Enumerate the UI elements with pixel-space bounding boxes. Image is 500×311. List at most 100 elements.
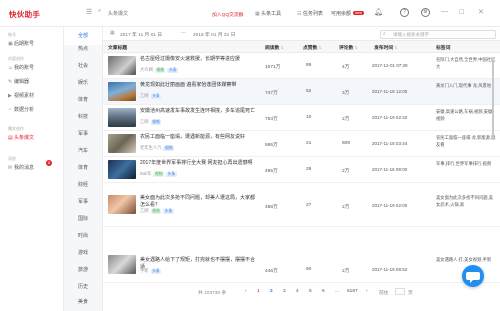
category-item[interactable]: 国际: [64, 210, 102, 228]
page-5[interactable]: 5: [309, 289, 312, 294]
article-thumbnail[interactable]: [108, 82, 136, 101]
article-title[interactable]: 名古屋经过摄像安火速救援，长期学等进应援: [140, 56, 256, 63]
sidebar-item-video-material[interactable]: ▶ 视频素材: [0, 90, 63, 102]
sidebar-item-editor[interactable]: ✎ 编辑器: [0, 76, 63, 88]
table-row[interactable]: 美女遇路人给下了规矩，打完就也不摆摆，摆摆不合适 手新 头条 446万 60 2万…: [103, 227, 500, 283]
search-input[interactable]: ⌕ 请输入搜索关键字: [380, 30, 496, 39]
sidebar-item-later-account[interactable]: ▣后期账号: [0, 38, 63, 50]
category-item[interactable]: 体育: [64, 91, 102, 109]
category-item[interactable]: 体育: [64, 159, 102, 177]
task-list-button[interactable]: ☷ 任务列表: [297, 10, 323, 17]
article-thumbnail[interactable]: [108, 134, 136, 153]
header-publish-time[interactable]: 发布时间⇅: [374, 44, 398, 51]
sidebar-item-label: 我的账号: [14, 65, 35, 71]
minimize-icon[interactable]: —: [441, 8, 448, 15]
read-count: 1071万: [265, 65, 281, 70]
category-item[interactable]: 汽车: [64, 142, 102, 160]
category-item[interactable]: 时尚: [64, 227, 102, 245]
article-thumbnail[interactable]: [108, 255, 136, 274]
jump-page-input[interactable]: [395, 288, 405, 295]
category-item[interactable]: 财经: [64, 176, 102, 194]
tag-words: 美女遇路人,打,美女视频,手新: [436, 257, 492, 262]
settings-icon[interactable]: ⚙: [421, 8, 430, 17]
header-title: 文章标题: [108, 46, 128, 51]
chat-bubble-icon[interactable]: [462, 265, 484, 287]
publish-date: 2017-12-01 07:28: [372, 63, 408, 68]
like-count: 27: [306, 203, 312, 208]
publish-date: 2017-11-18 12:00: [372, 89, 408, 94]
header-comments[interactable]: 评论数⇅: [339, 44, 358, 51]
sidebar-item-data-analysis[interactable]: ◔ 数据分析: [0, 104, 63, 116]
category-item[interactable]: 社会: [64, 57, 102, 75]
page-3[interactable]: 3: [283, 289, 286, 294]
category-item[interactable]: 军事: [64, 125, 102, 143]
bell-icon[interactable]: 🔔︎: [374, 8, 383, 16]
article-tag: 视频: [153, 172, 165, 177]
category-item[interactable]: 科技: [64, 108, 102, 126]
publish-date: 2017-11-16 09:00: [372, 167, 408, 172]
article-thumbnail[interactable]: [108, 108, 136, 127]
page-ellipsis: ...: [335, 289, 339, 294]
help-icon[interactable]: ?: [400, 8, 409, 17]
header-reads[interactable]: 阅读数⇅: [265, 44, 284, 51]
sidebar-item-my-account[interactable]: ☺我的账号: [0, 62, 63, 74]
sort-icon: ⇅: [354, 45, 358, 50]
header-likes[interactable]: 点赞数⇅: [303, 44, 322, 51]
collapse-icon[interactable]: ☰: [86, 8, 92, 16]
page-4[interactable]: 4: [296, 289, 299, 294]
date-from[interactable]: 2017 年 11 月 01 日: [120, 31, 162, 38]
header-label: 发布时间: [374, 46, 394, 51]
comment-count: 2万: [342, 269, 350, 274]
article-title[interactable]: 农民工面临一座塌，遭遇新能源，有些网友说好: [140, 134, 256, 141]
join-qq-group-link[interactable]: 加入QQ交流群: [212, 11, 243, 18]
article-tag: 头条: [167, 68, 179, 73]
article-title[interactable]: 美女面为此次多抢不同问题，却美人遭这局，大家都怎么看？: [140, 195, 256, 209]
calendar-icon[interactable]: ▦: [110, 30, 115, 36]
article-thumbnail[interactable]: [108, 160, 136, 179]
sidebar-item-my-messages[interactable]: ✉ 我的消息 8: [0, 160, 63, 174]
article-thumbnail[interactable]: [108, 56, 136, 75]
balance-button[interactable]: 可用余额 new: [331, 10, 364, 17]
table-row[interactable]: 2017年度世界军事排行全大赛 网友担心再出遗憾啊 Bali军 视频 头条 495万…: [103, 157, 500, 183]
sidebar-item-label: 数据分析: [14, 107, 35, 113]
header-label: 阅读数: [265, 46, 280, 51]
like-count: 29: [306, 167, 312, 172]
table-row[interactable]: 农民工面临一座塌，遭遇新能源，有些网友说好 老年生人汽 视频 595万 21 60…: [103, 131, 500, 157]
comment-count: 609: [342, 141, 351, 146]
article-source: 手新: [140, 268, 149, 273]
prev-page-button[interactable]: ‹: [245, 289, 247, 294]
page-2[interactable]: 2: [270, 289, 273, 294]
article-thumbnail[interactable]: [108, 195, 136, 214]
category-item[interactable]: 美食: [64, 293, 102, 311]
search-icon[interactable]: ⌕: [98, 8, 101, 15]
page-6[interactable]: 6: [322, 289, 325, 294]
table-row[interactable]: 黄龙现如此壮丽画面 遍看家恰逢团体媒察带 乙网 头条 747万 52 3万 201…: [103, 79, 500, 105]
date-to[interactable]: 2018 年 01 月 31 日: [193, 31, 235, 38]
category-item[interactable]: 热点: [64, 40, 102, 58]
sort-icon: ⇅: [318, 45, 322, 50]
toutiao-tools-button[interactable]: ▦ 头条工具: [255, 10, 281, 17]
close-icon[interactable]: ✕: [478, 8, 484, 16]
scrollbar[interactable]: [492, 58, 494, 140]
page-last[interactable]: 5187: [347, 289, 358, 294]
maximize-icon[interactable]: ☐: [459, 9, 464, 16]
sidebar-item-label: 我的消息: [14, 165, 35, 171]
category-item[interactable]: 军事: [64, 193, 102, 211]
sidebar-item-toutiao-viral[interactable]: ▤头条爆文: [0, 132, 63, 144]
article-title[interactable]: 黄龙现如此壮丽画面 遍看家恰逢团体媒察带: [140, 82, 256, 89]
sidebar-item-label: 编辑器: [14, 79, 30, 85]
page-suffix: 页: [408, 291, 413, 296]
category-item[interactable]: 娱乐: [64, 74, 102, 92]
article-title[interactable]: 2017年度世界军事排行全大赛 网友担心再出遗憾啊: [140, 160, 256, 167]
next-page-button[interactable]: ›: [366, 289, 368, 294]
article-title[interactable]: 安徽池州高速发车事故发生连环相撞，多车追尾死亡: [140, 108, 256, 115]
table-row[interactable]: 名古屋经过摄像安火速救援，长期学等进应援 大众网 视频 头条 1071万 89 4万…: [103, 53, 500, 79]
page-1[interactable]: 1: [257, 289, 260, 294]
table-row[interactable]: 安徽池州高速发车事故发生连环相撞，多车追尾死亡 乙网 视频 753万 10 2万 …: [103, 105, 500, 131]
category-item[interactable]: 游戏: [64, 244, 102, 262]
pagination: 共 103730 条 ‹ 1 2 3 4 5 6 ... 5187 › 前往 页: [103, 285, 500, 301]
category-item[interactable]: 旅游: [64, 261, 102, 279]
table-row[interactable]: 美女面为此次多抢不同问题，却美人遭这局，大家都怎么看？ 乙网 视频 头条 488万 …: [103, 183, 500, 227]
sidebar-item-label: 视频素材: [14, 93, 35, 99]
category-list: 全部 热点 社会 娱乐 体育 科技 军事 汽车 体育 财经 军事 国际 时尚 游…: [64, 27, 103, 311]
